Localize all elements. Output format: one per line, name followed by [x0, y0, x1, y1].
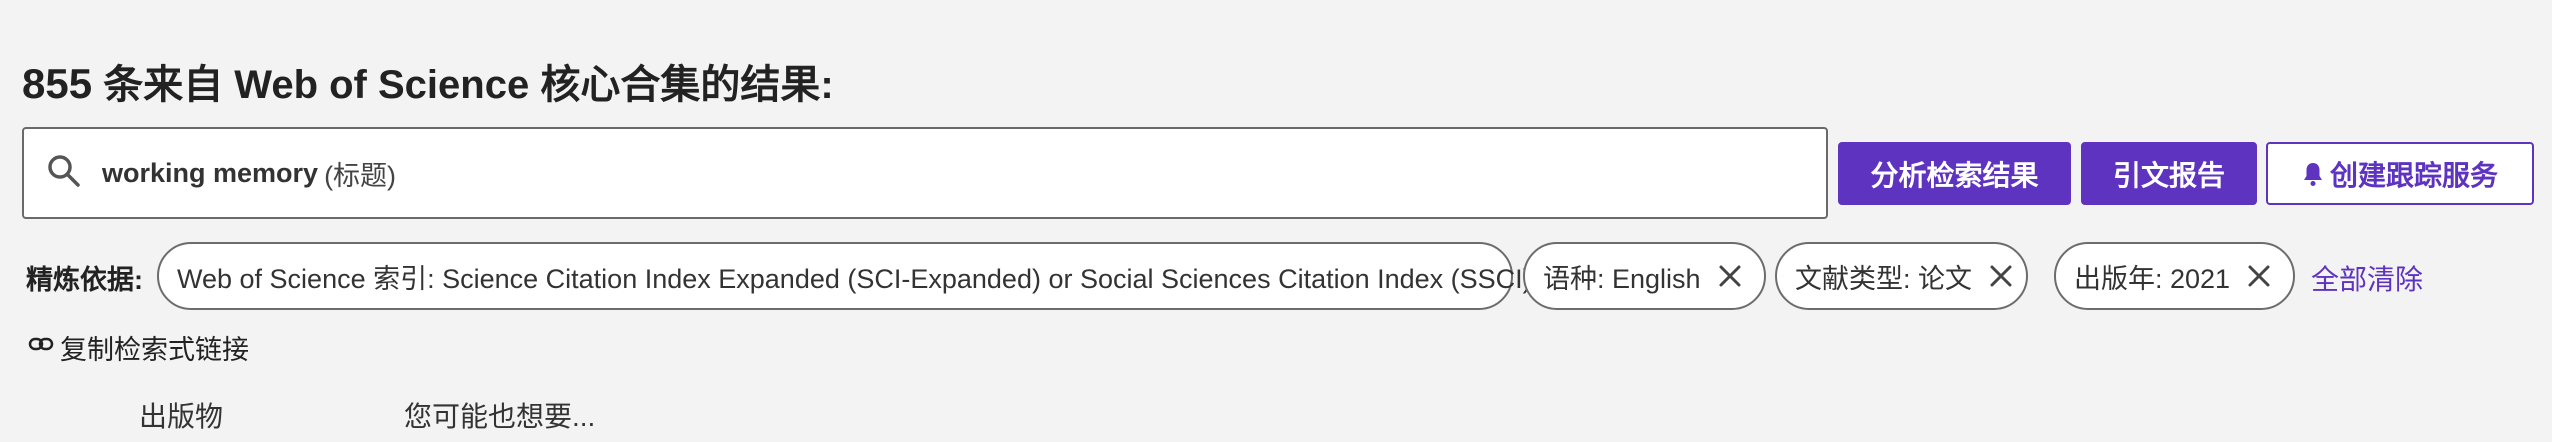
results-title: 855 条来自 Web of Science 核心合集的结果:: [22, 52, 834, 110]
close-icon[interactable]: [1717, 263, 1743, 289]
citation-report-button[interactable]: 引文报告: [2081, 142, 2257, 205]
copy-query-link[interactable]: 复制检索式链接: [28, 328, 249, 367]
search-icon: [44, 151, 102, 196]
filter-chip-index[interactable]: Web of Science 索引: Science Citation Inde…: [157, 242, 1572, 310]
filter-chip-label: 文献类型: 论文: [1795, 263, 1973, 294]
filter-chip-label: 语种: English: [1543, 263, 1701, 294]
create-alert-button[interactable]: 创建跟踪服务: [2266, 142, 2534, 205]
copy-query-link-label: 复制检索式链接: [60, 335, 249, 365]
search-query-box[interactable]: working memory (标题): [22, 127, 1828, 219]
results-count: 855: [22, 60, 93, 107]
filter-chip-label: 出版年: 2021: [2074, 263, 2231, 294]
filter-chip-doctype[interactable]: 文献类型: 论文: [1775, 242, 2028, 310]
filter-chip-label: Web of Science 索引: Science Citation Inde…: [177, 263, 1532, 294]
search-term: working memory: [102, 157, 319, 188]
search-field: (标题): [324, 160, 397, 191]
filter-chip-language[interactable]: 语种: English: [1523, 242, 1766, 310]
publications-heading: 出版物: [139, 401, 224, 432]
results-title-text: 条来自 Web of Science 核心合集的结果:: [92, 63, 834, 107]
close-icon[interactable]: [1988, 263, 2014, 289]
close-icon[interactable]: [2246, 263, 2272, 289]
refine-label: 精炼依据:: [26, 265, 143, 295]
clear-all-link[interactable]: 全部清除: [2311, 258, 2423, 298]
analyze-results-button[interactable]: 分析检索结果: [1838, 142, 2071, 205]
create-alert-label: 创建跟踪服务: [2329, 159, 2498, 191]
link-icon: [28, 331, 60, 364]
you-may-like-heading: 您可能也想要...: [404, 401, 596, 432]
bell-icon: [2302, 161, 2324, 187]
filter-chip-year[interactable]: 出版年: 2021: [2054, 242, 2295, 310]
